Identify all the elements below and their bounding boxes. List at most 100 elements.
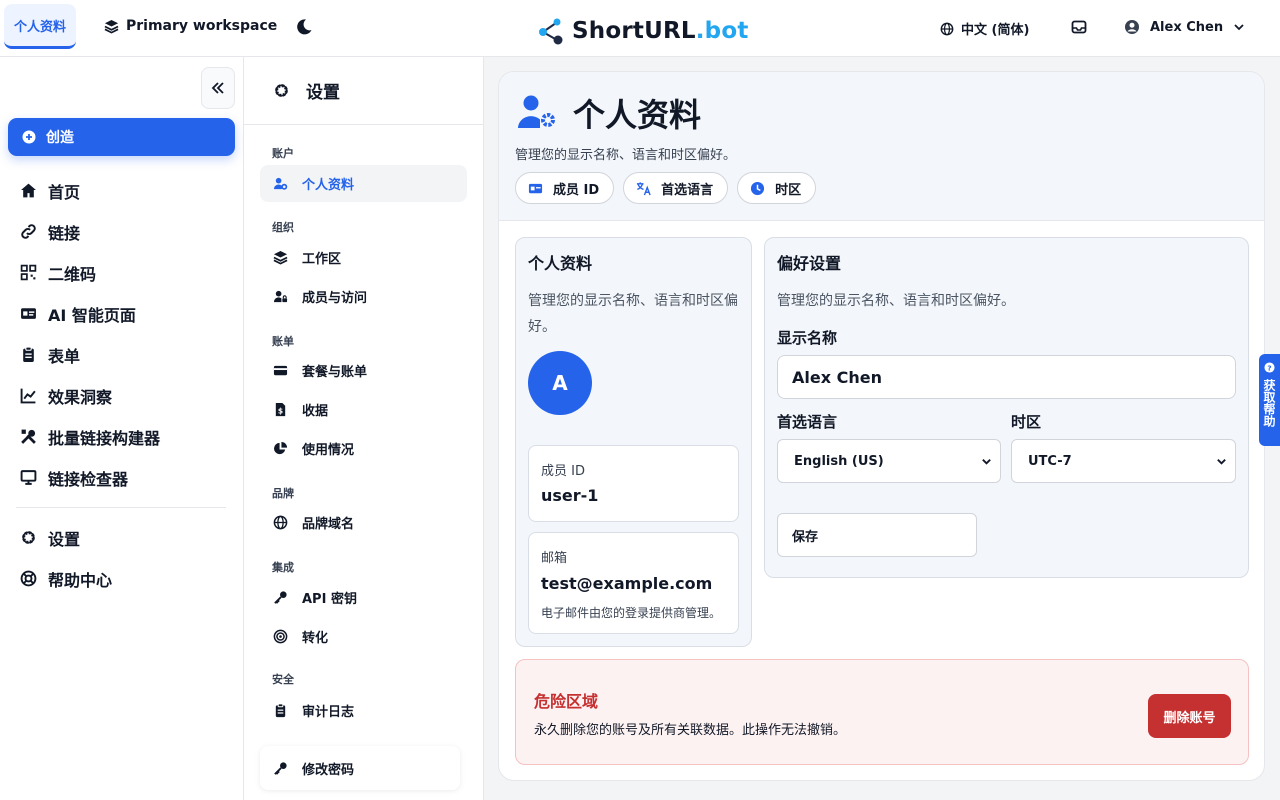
main-content: 个人资料 管理您的显示名称、语言和时区偏好。 成员 ID 首选语言 时区 个人资… [484,57,1280,800]
tab-profile[interactable]: 个人资料 [4,4,76,49]
monitor-icon [20,470,37,485]
sidebar-item-bulk-builder[interactable]: 批量链接构建器 [20,416,230,457]
profile-panel-title: 个人资料 [528,254,593,273]
settings-item-audit-log[interactable]: 审计日志 [260,692,467,729]
preferences-panel-title: 偏好设置 [777,254,842,273]
collapse-sidebar-button[interactable] [201,67,235,109]
member-id-box: 成员 ID user-1 [528,445,739,522]
dark-mode-icon[interactable] [295,18,313,36]
settings-item-plans[interactable]: 套餐与账单 [260,352,467,389]
settings-item-workspaces[interactable]: 工作区 [260,239,467,276]
chip-member-id[interactable]: 成员 ID [515,172,615,204]
create-button[interactable]: 创造 [8,118,235,156]
life-ring-icon [20,570,37,587]
main-sidebar: 创造 首页 链接 二维码 AI 智能页面 表单 效果洞察 批量链接构建器 链接检… [0,57,244,800]
display-name-label: 显示名称 [777,329,838,347]
danger-zone: 危险区域 永久删除您的账号及所有关联数据。此操作无法撤销。 删除账号 [515,659,1249,765]
credit-card-icon [273,365,288,376]
settings-item-api-keys[interactable]: API 密钥 [260,579,467,616]
clock-icon [751,181,765,195]
timezone-select[interactable]: UTC-7 [1011,439,1236,483]
delete-account-button[interactable]: 删除账号 [1148,694,1231,738]
group-label-billing: 账单 [272,335,294,348]
sidebar-nav: 首页 链接 二维码 AI 智能页面 表单 效果洞察 批量链接构建器 链接检查器 [16,170,230,599]
user-gear-icon [273,177,288,190]
workspace-switcher[interactable]: Primary workspace [104,18,277,34]
home-icon [21,183,36,198]
id-card-icon [528,183,543,193]
settings-item-profile[interactable]: 个人资料 [260,165,467,202]
profile-panel: 个人资料 管理您的显示名称、语言和时区偏好。 A 成员 ID user-1 邮箱… [515,237,752,647]
sidebar-item-insights[interactable]: 效果洞察 [20,375,230,416]
clipboard-icon [23,346,34,362]
tools-icon [21,429,36,444]
layers-icon [273,250,288,265]
language-label: 首选语言 [777,413,838,431]
settings-item-domains[interactable]: 品牌域名 [260,504,467,541]
get-help-tab[interactable]: ? 获取帮助 [1259,354,1280,446]
sidebar-item-link-checker[interactable]: 链接检查器 [20,457,230,498]
sidebar-item-home[interactable]: 首页 [20,170,230,211]
group-label-security: 安全 [272,673,294,686]
sidebar-item-qr-codes[interactable]: 二维码 [20,252,230,293]
save-button[interactable]: 保存 [777,513,977,557]
email-note: 电子邮件由您的登录提供商管理。 [541,606,722,620]
brand-name: ShortURL.bot [572,18,749,44]
settings-item-change-password[interactable]: 修改密码 [260,746,460,790]
timezone-label: 时区 [1011,413,1042,431]
email-value: test@example.com [541,574,713,593]
sidebar-divider [16,507,226,508]
email-box: 邮箱 test@example.com 电子邮件由您的登录提供商管理。 [528,532,739,634]
header-chips: 成员 ID 首选语言 时区 [515,172,817,204]
target-icon [273,629,288,644]
user-circle-icon [1125,20,1139,34]
clipboard-icon [275,703,286,718]
sidebar-item-ai-pages[interactable]: AI 智能页面 [20,293,230,334]
sidebar-item-links[interactable]: 链接 [20,211,230,252]
settings-title: 设置 [306,83,340,103]
share-nodes-icon [539,18,563,45]
gear-icon [22,531,35,544]
group-label-integrations: 集成 [272,561,294,574]
page-title: 个人资料 [573,96,702,134]
danger-zone-description: 永久删除您的账号及所有关联数据。此操作无法撤销。 [534,723,847,738]
language-switcher[interactable]: 中文 (简体) [940,19,1029,38]
chip-timezone[interactable]: 时区 [737,172,817,204]
page-subtitle: 管理您的显示名称、语言和时区偏好。 [515,148,737,163]
settings-item-receipts[interactable]: $ 收据 [260,391,467,428]
sidebar-item-settings[interactable]: 设置 [20,517,230,558]
chevron-down-icon [1217,458,1226,465]
gear-icon [275,84,288,97]
sidebar-item-help-center[interactable]: 帮助中心 [20,558,230,599]
translate-icon [637,181,651,195]
id-card-icon [21,308,36,319]
top-bar: 个人资料 Primary workspace ShortURL.bot 中文 (… [0,0,1280,57]
settings-item-members[interactable]: 成员与访问 [260,278,467,315]
user-gear-icon [518,95,555,128]
sidebar-item-forms[interactable]: 表单 [20,334,230,375]
settings-header: 设置 [244,57,484,125]
double-chevron-left-icon [211,82,224,94]
chevron-down-icon [1234,24,1244,31]
user-menu[interactable]: Alex Chen [1124,19,1245,35]
group-label-organization: 组织 [272,221,294,234]
language-select[interactable]: English (US) [777,439,1001,483]
display-name-input[interactable] [777,355,1236,399]
help-circle-icon: ? [1264,362,1275,373]
danger-zone-title: 危险区域 [534,692,599,711]
link-icon [21,224,36,239]
settings-nav: 设置 账户 个人资料 组织 工作区 成员与访问 账单 套餐与账单 $ 收据 使用… [244,57,484,800]
settings-item-conversions[interactable]: 转化 [260,618,467,655]
inbox-icon[interactable] [1071,19,1087,35]
group-label-brand: 品牌 [272,487,294,500]
group-label-account: 账户 [272,147,294,160]
brand-logo[interactable]: ShortURL.bot [536,16,749,46]
chip-language[interactable]: 首选语言 [623,172,729,204]
settings-item-usage[interactable]: 使用情况 [260,430,467,467]
profile-panel-description: 管理您的显示名称、语言和时区偏好。 [528,293,738,335]
workspace-name: Primary workspace [126,18,278,34]
email-label: 邮箱 [541,551,568,566]
chevron-down-icon [982,458,991,465]
svg-text:?: ? [1267,363,1271,372]
qr-code-icon [20,264,37,281]
